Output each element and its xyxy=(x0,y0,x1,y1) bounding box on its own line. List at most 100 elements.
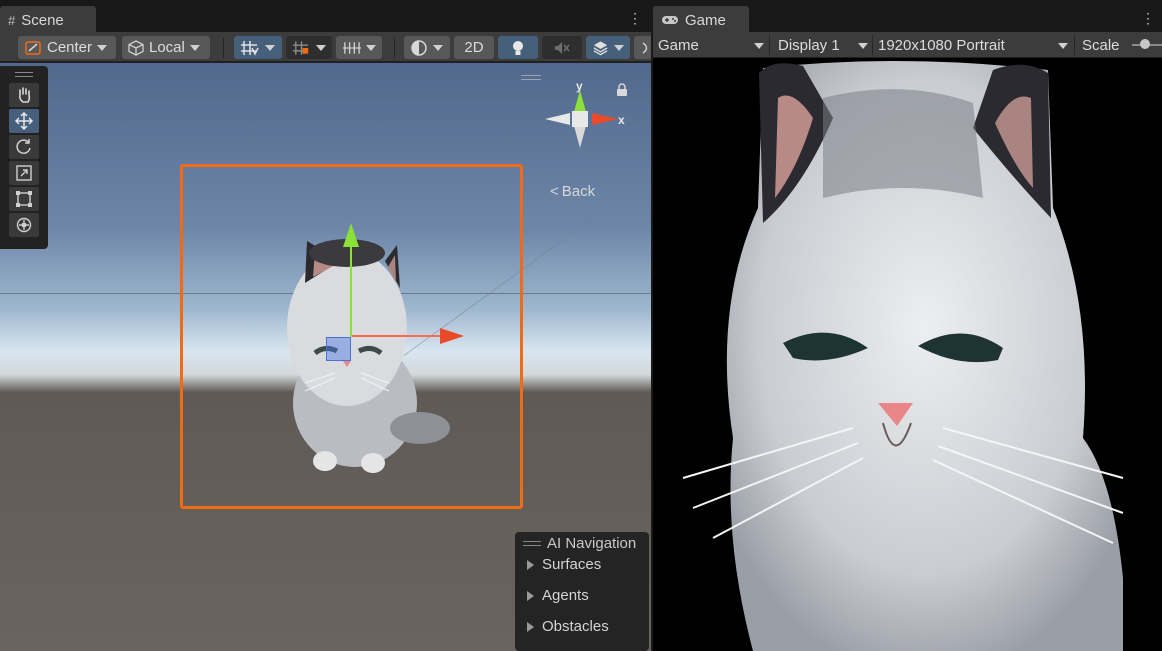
grid-snapping-toggle[interactable] xyxy=(234,36,282,59)
resolution-label: 1920x1080 Portrait xyxy=(878,37,1005,54)
ai-nav-item-obstacles[interactable]: Obstacles xyxy=(527,618,609,635)
game-view-label: Game xyxy=(658,37,699,54)
view-direction-label[interactable]: < Back xyxy=(550,183,595,200)
ai-nav-item-surfaces[interactable]: Surfaces xyxy=(527,556,601,573)
chevron-down-icon xyxy=(97,44,108,51)
gizmo-x-label: x xyxy=(618,113,625,127)
chevron-down-icon xyxy=(858,43,868,49)
resolution-dropdown[interactable]: 1920x1080 Portrait xyxy=(878,35,1068,56)
game-more-options-icon[interactable]: ⋮ xyxy=(1141,10,1155,26)
tab-scene[interactable]: # Scene xyxy=(0,6,96,32)
visibility-icon xyxy=(642,41,648,54)
cat-sprite-scene[interactable] xyxy=(285,233,455,478)
scene-panel: # Scene ⋮ Center Local 2D y x < Back AI … xyxy=(0,0,651,651)
chevron-down-icon xyxy=(366,44,376,51)
back-arrow-icon: < xyxy=(550,183,559,200)
tools-grip-handle[interactable] xyxy=(15,72,33,77)
cube-icon xyxy=(128,39,144,56)
pivot-space-label: Local xyxy=(149,39,185,56)
scale-label-wrap: Scale xyxy=(1082,35,1126,56)
game-panel: Game ⋮ Game Display 1 1920x1080 Portrait… xyxy=(653,0,1162,651)
game-view[interactable] xyxy=(653,58,1162,651)
cat-sprite-game xyxy=(682,60,1124,651)
ai-nav-item-label: Surfaces xyxy=(542,556,602,573)
effects-toggle[interactable] xyxy=(586,36,630,59)
incremental-snap-toggle[interactable] xyxy=(286,36,332,59)
shading-sphere-icon xyxy=(411,39,427,56)
chevron-down-icon xyxy=(754,43,764,49)
gizmo-y-label: y xyxy=(576,79,583,93)
scene-viewport[interactable]: y x < Back AI Navigation Surfaces Agents… xyxy=(0,63,651,651)
ai-nav-item-label: Agents xyxy=(542,587,589,604)
ai-navigation-title: AI Navigation xyxy=(547,534,637,552)
unity-editor: # Scene ⋮ Center Local 2D y x < Back AI … xyxy=(0,0,1162,651)
mode-2d-label: 2D xyxy=(464,39,484,56)
pivot-mode-dropdown[interactable]: Center xyxy=(18,36,116,59)
game-tab-label: Game xyxy=(685,11,726,29)
gamepad-icon xyxy=(662,16,678,24)
grid-hash-icon: # xyxy=(8,12,16,28)
rotate-icon xyxy=(16,139,31,154)
move-arrows-icon xyxy=(15,112,33,130)
chevron-down-icon xyxy=(614,44,624,51)
chevron-down-icon xyxy=(316,44,326,51)
scale-icon xyxy=(16,165,32,181)
move-gizmo-x-axis[interactable] xyxy=(352,335,444,337)
game-view-dropdown[interactable]: Game xyxy=(658,35,764,56)
game-tabbar: Game ⋮ xyxy=(653,0,1162,32)
transform-tool-button[interactable] xyxy=(9,213,39,237)
pivot-space-dropdown[interactable]: Local xyxy=(122,36,210,59)
grid-visibility-toggle[interactable] xyxy=(336,36,382,59)
lighting-toggle[interactable] xyxy=(498,36,538,59)
scene-more-options-icon[interactable]: ⋮ xyxy=(628,10,642,26)
rect-tool-button[interactable] xyxy=(9,187,39,211)
scale-slider-handle[interactable] xyxy=(1140,39,1150,49)
toolbar-divider xyxy=(769,35,770,55)
ai-navigation-header[interactable]: AI Navigation xyxy=(523,534,636,552)
pivot-mode-label: Center xyxy=(47,39,93,56)
audio-muted-icon xyxy=(555,41,570,54)
game-toolbar: Game Display 1 1920x1080 Portrait Scale xyxy=(653,32,1162,58)
audio-toggle[interactable] xyxy=(542,36,582,59)
rect-transform-icon xyxy=(16,191,32,207)
lightbulb-icon xyxy=(513,40,523,55)
view-direction-text: Back xyxy=(561,183,596,200)
scene-visibility-toggle[interactable] xyxy=(634,36,651,59)
display-label: Display 1 xyxy=(778,37,840,54)
ai-navigation-overlay: AI Navigation Surfaces Agents Obstacles xyxy=(515,532,649,651)
scale-label: Scale xyxy=(1082,37,1120,54)
expand-arrow-icon[interactable] xyxy=(527,559,534,570)
chevron-down-icon xyxy=(433,44,443,51)
tools-overlay xyxy=(0,66,48,249)
overlay-grip-handle[interactable] xyxy=(523,540,541,546)
toolbar-divider xyxy=(394,38,395,58)
expand-arrow-icon[interactable] xyxy=(527,621,534,632)
move-gizmo-y-axis[interactable] xyxy=(350,245,352,337)
pivot-center-icon xyxy=(25,40,41,55)
scene-tab-label: Scene xyxy=(21,11,64,29)
display-dropdown[interactable]: Display 1 xyxy=(778,35,868,56)
draw-mode-dropdown[interactable] xyxy=(404,36,450,59)
chevron-down-icon xyxy=(189,44,200,51)
tab-game[interactable]: Game xyxy=(653,6,749,32)
rotate-tool-button[interactable] xyxy=(9,135,39,159)
toolbar-divider xyxy=(872,35,873,55)
ai-nav-item-label: Obstacles xyxy=(542,618,609,635)
toolbar-divider xyxy=(1074,35,1075,55)
expand-arrow-icon[interactable] xyxy=(527,590,534,601)
move-gizmo-plane-handle[interactable] xyxy=(326,337,351,361)
transform-all-icon xyxy=(16,217,32,233)
mode-2d-toggle[interactable]: 2D xyxy=(454,36,494,59)
lock-icon[interactable] xyxy=(616,83,628,97)
scene-tabbar: # Scene ⋮ xyxy=(0,0,651,32)
move-gizmo-x-arrow[interactable] xyxy=(440,328,464,344)
chevron-down-icon xyxy=(265,44,275,51)
layers-effects-icon xyxy=(593,40,608,55)
overlay-grip-handle[interactable] xyxy=(521,75,541,80)
scene-toolbar: Center Local 2D xyxy=(0,32,651,62)
view-tool-button[interactable] xyxy=(9,83,39,107)
ai-nav-item-agents[interactable]: Agents xyxy=(527,587,589,604)
scale-tool-button[interactable] xyxy=(9,161,39,185)
move-tool-button[interactable] xyxy=(9,109,39,133)
move-gizmo-y-arrow[interactable] xyxy=(343,223,359,247)
